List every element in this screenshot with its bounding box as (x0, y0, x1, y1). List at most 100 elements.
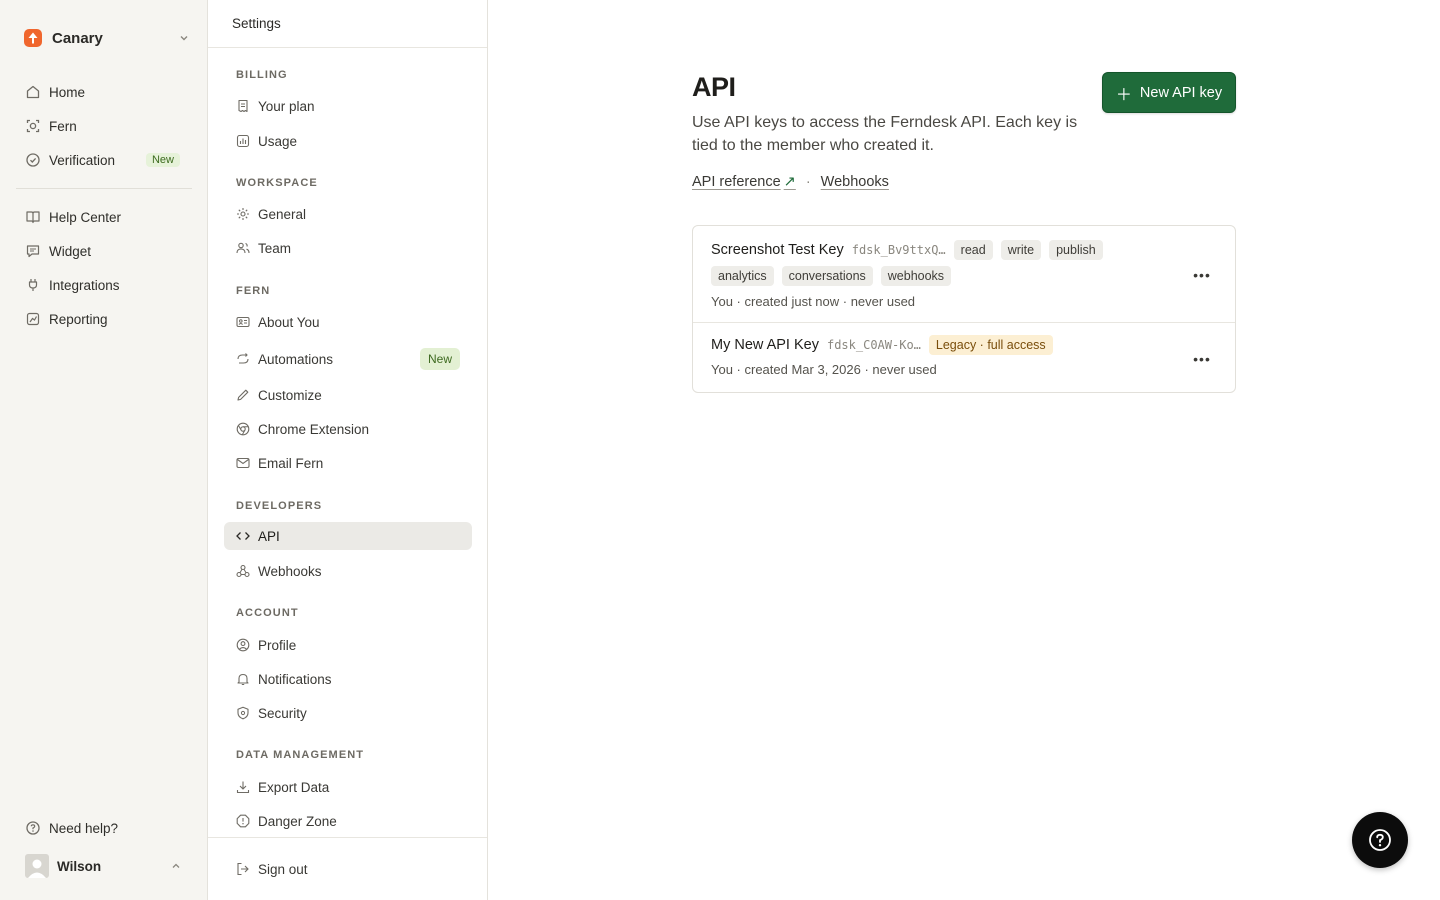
section-label-fern: FERN (236, 285, 271, 297)
nav-item-label: Help Center (49, 209, 122, 225)
settings-item-about-you[interactable]: About You (224, 308, 472, 336)
legacy-badge: Legacy · full access (928, 335, 1053, 355)
settings-item-label: Notifications (258, 671, 332, 687)
settings-item-label: Chrome Extension (258, 421, 370, 437)
key-meta: You · created just now · never used (711, 294, 916, 309)
settings-item-webhooks[interactable]: Webhooks (224, 557, 472, 585)
settings-item-label: Email Fern (258, 455, 324, 471)
nav-item-reporting[interactable]: Reporting (16, 304, 192, 334)
settings-item-danger-zone[interactable]: Danger Zone (224, 807, 472, 835)
settings-title: Settings (208, 0, 487, 48)
settings-item-label: About You (258, 314, 320, 330)
section-label-data-management: DATA MANAGEMENT (236, 749, 365, 761)
settings-item-automations[interactable]: Automations New (224, 345, 472, 373)
more-horizontal-icon: ••• (1193, 351, 1211, 367)
settings-item-label: Automations (258, 351, 334, 367)
nav-divider (16, 188, 192, 189)
key-header: My New API Key fdsk_C0AW-Ko… Legacy · fu… (711, 335, 1053, 355)
receipt-icon (236, 99, 250, 113)
settings-item-label: Usage (258, 133, 298, 149)
new-api-key-label: New API key (1139, 84, 1223, 101)
settings-item-security[interactable]: Security (224, 699, 472, 727)
need-help-link[interactable]: Need help? (16, 813, 192, 843)
book-icon (25, 209, 41, 225)
settings-item-label: Team (258, 240, 292, 256)
key-header: Screenshot Test Key fdsk_Bv9ttxQ… read w… (711, 240, 1103, 260)
nav-item-label: Reporting (49, 311, 108, 327)
new-api-key-button[interactable]: ＋ New API key (1102, 72, 1236, 113)
workspace-switcher[interactable]: Canary (16, 24, 194, 52)
download-icon (236, 780, 250, 794)
settings-item-general[interactable]: General (224, 200, 472, 228)
need-help-label: Need help? (49, 820, 119, 836)
more-options-button[interactable]: ••• (1191, 264, 1213, 286)
settings-item-export-data[interactable]: Export Data (224, 773, 472, 801)
pencil-icon (236, 388, 250, 402)
settings-item-label: Sign out (258, 861, 308, 877)
page-description: Use API keys to access the Ferndesk API.… (692, 114, 1078, 154)
key-prefix: fdsk_C0AW-Ko… (826, 338, 921, 352)
webhooks-link[interactable]: Webhooks (821, 174, 889, 190)
settings-item-label: API (258, 528, 280, 544)
key-scopes: analytics conversations webhooks (711, 266, 952, 286)
section-label-workspace: WORKSPACE (236, 177, 318, 189)
scope-chip: read (953, 240, 993, 260)
log-out-icon (236, 862, 250, 876)
settings-item-usage[interactable]: Usage (224, 127, 472, 155)
bar-chart-icon (236, 134, 250, 148)
nav-item-label: Home (49, 84, 86, 100)
scope-chip: webhooks (880, 266, 952, 286)
alert-circle-icon (236, 814, 250, 828)
nav-item-integrations[interactable]: Integrations (16, 270, 192, 300)
api-reference-link[interactable]: API reference ↗ (692, 174, 796, 190)
scope-chip: conversations (781, 266, 873, 286)
canary-logo-icon (24, 29, 42, 47)
key-meta: You · created Mar 3, 2026 · never used (711, 362, 937, 377)
settings-item-api[interactable]: API (224, 522, 472, 550)
user-name: Wilson (57, 858, 102, 874)
settings-item-notifications[interactable]: Notifications (224, 665, 472, 693)
scope-chip: analytics (711, 266, 774, 286)
check-circle-icon (25, 152, 41, 168)
nav-item-verification[interactable]: Verification New (16, 145, 192, 175)
chrome-icon (236, 422, 250, 436)
nav-item-label: Integrations (49, 277, 120, 293)
settings-item-label: Webhooks (258, 563, 322, 579)
key-name: Screenshot Test Key (711, 242, 844, 258)
help-chat-button[interactable] (1352, 812, 1408, 868)
sign-out-button[interactable]: Sign out (224, 855, 472, 883)
settings-item-label: General (258, 206, 307, 222)
workspace-name: Canary (52, 29, 103, 47)
scope-chip: write (1000, 240, 1042, 260)
settings-item-your-plan[interactable]: Your plan (224, 92, 472, 120)
section-label-billing: BILLING (236, 69, 288, 81)
settings-item-customize[interactable]: Customize (224, 381, 472, 409)
user-menu[interactable]: Wilson (16, 852, 192, 880)
webhook-icon (236, 564, 250, 578)
settings-item-chrome-extension[interactable]: Chrome Extension (224, 415, 472, 443)
settings-item-email-fern[interactable]: Email Fern (224, 449, 472, 477)
api-reference-label: API reference (692, 174, 781, 190)
key-name: My New API Key (711, 337, 819, 353)
settings-item-profile[interactable]: Profile (224, 631, 472, 659)
new-badge: New (419, 348, 460, 370)
page-title: API (692, 72, 736, 102)
nav-item-fern[interactable]: Fern (16, 111, 192, 141)
settings-item-team[interactable]: Team (224, 234, 472, 262)
settings-item-label: Customize (258, 387, 322, 403)
separator: · (805, 174, 811, 190)
settings-item-label: Security (258, 705, 307, 721)
more-options-button[interactable]: ••• (1191, 348, 1213, 370)
nav-item-label: Verification (49, 152, 116, 168)
api-keys-list: Screenshot Test Key fdsk_Bv9ttxQ… read w… (692, 225, 1236, 393)
section-label-developers: DEVELOPERS (236, 500, 323, 512)
settings-item-label: Profile (258, 637, 297, 653)
nav-item-home[interactable]: Home (16, 77, 192, 107)
nav-item-help-center[interactable]: Help Center (16, 202, 192, 232)
help-circle-icon (25, 820, 41, 836)
settings-sidebar: Settings BILLING Your plan Usage WORKSPA… (208, 0, 488, 900)
question-circle-icon (1368, 828, 1392, 852)
external-link-icon: ↗ (783, 174, 796, 190)
nav-item-widget[interactable]: Widget (16, 236, 192, 266)
primary-sidebar: Canary Home Fern Verification New Help C… (0, 0, 208, 900)
